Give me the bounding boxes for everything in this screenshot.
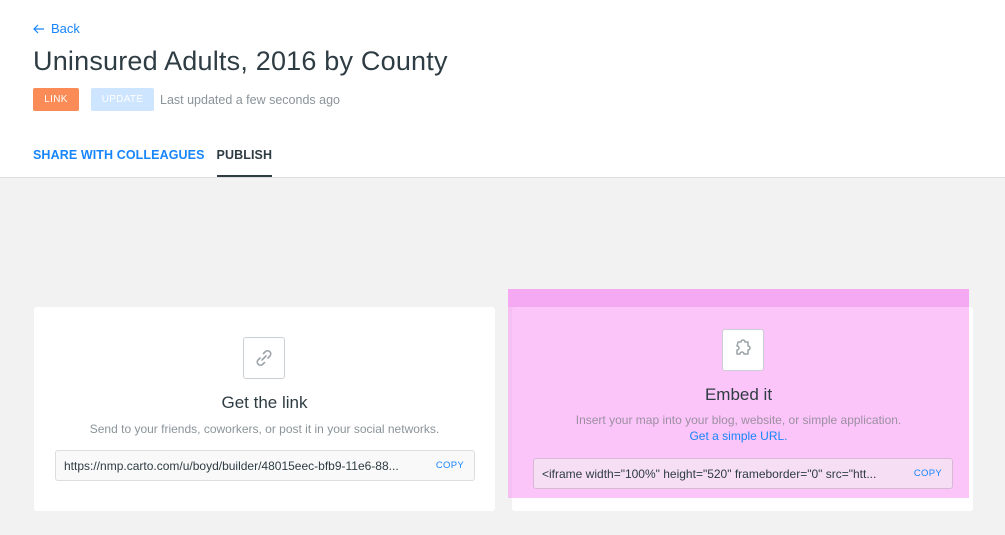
link-badge: LINK — [33, 88, 79, 111]
embed-title: Embed it — [704, 385, 773, 404]
back-label: Back — [51, 21, 80, 36]
last-updated-text: Last updated a few seconds ago — [160, 93, 340, 107]
copy-link-button[interactable]: COPY — [426, 460, 474, 471]
tab-publish[interactable]: PUBLISH — [216, 148, 273, 177]
share-url-field[interactable]: https://nmp.carto.com/u/boyd/builder/480… — [55, 450, 475, 481]
link-icon — [243, 337, 285, 379]
get-link-card: Get the link Send to your friends, cowor… — [34, 307, 495, 511]
page-title: Uninsured Adults, 2016 by County — [33, 46, 448, 76]
tab-share-with-colleagues[interactable]: SHARE WITH COLLEAGUES — [33, 148, 205, 177]
embed-description: Insert your map into your blog, website,… — [575, 413, 902, 427]
get-simple-url-link[interactable]: Get a simple URL. — [508, 429, 969, 443]
share-tabs: SHARE WITH COLLEAGUES PUBLISH — [33, 148, 284, 177]
back-link[interactable]: Back — [33, 21, 80, 36]
share-url-value[interactable]: https://nmp.carto.com/u/boyd/builder/480… — [56, 459, 426, 473]
update-button[interactable]: UPDATE — [91, 88, 154, 111]
get-link-description: Send to your friends, coworkers, or post… — [89, 422, 440, 436]
get-link-title: Get the link — [221, 393, 308, 412]
copy-embed-button[interactable]: COPY — [904, 468, 952, 479]
embed-code-field[interactable]: <iframe width="100%" height="520" frameb… — [533, 458, 953, 489]
page-header: Back Uninsured Adults, 2016 by County LI… — [0, 0, 1005, 178]
embed-puzzle-icon — [722, 329, 764, 371]
arrow-left-icon — [33, 24, 44, 33]
embed-code-value[interactable]: <iframe width="100%" height="520" frameb… — [534, 467, 904, 481]
embed-card: Embed it Insert your map into your blog,… — [508, 289, 969, 498]
